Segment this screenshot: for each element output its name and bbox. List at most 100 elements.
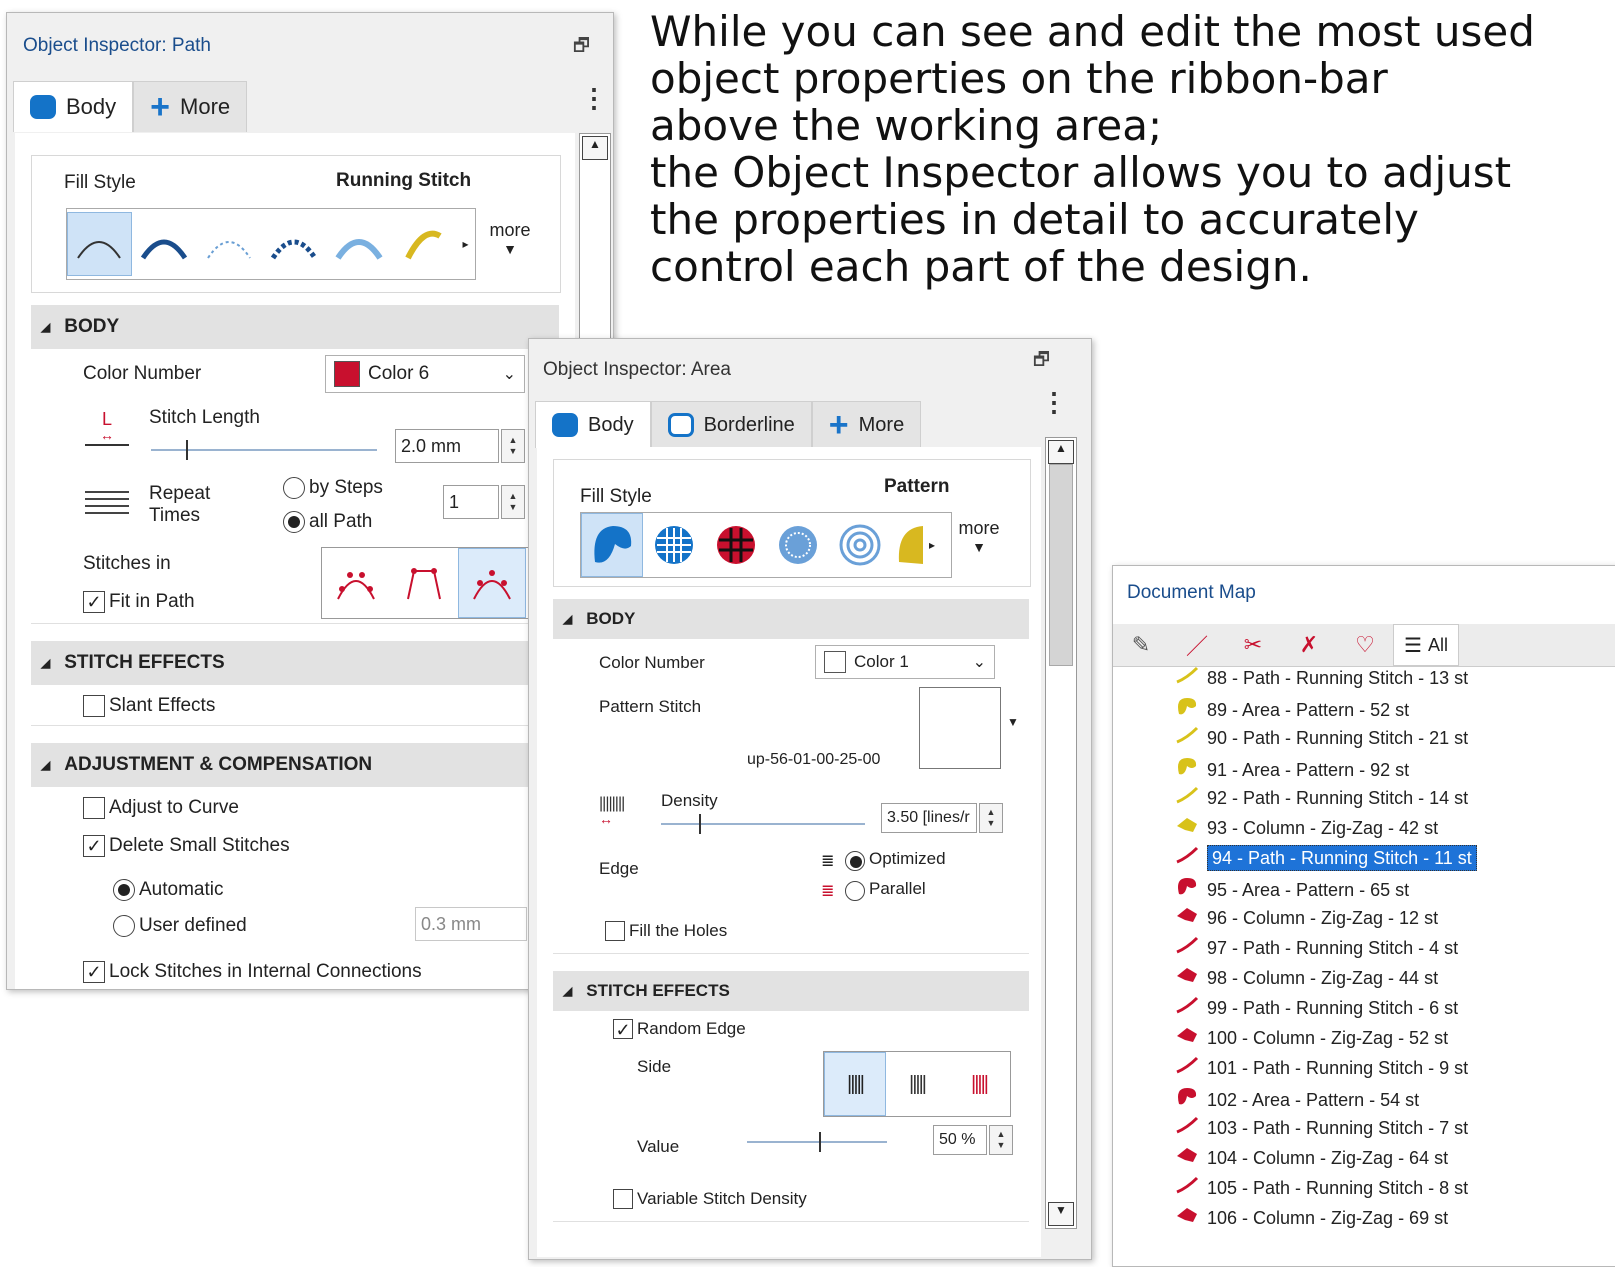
repeat-input[interactable]: 1	[443, 485, 499, 519]
document-map-item[interactable]: 97 - Path - Running Stitch - 4 st	[1175, 936, 1458, 959]
document-map-item[interactable]: 100 - Column - Zig-Zag - 52 st	[1175, 1026, 1448, 1049]
tab-body[interactable]: Body	[535, 401, 651, 448]
lock-stitch-icon[interactable]: ✗	[1281, 632, 1337, 658]
document-map-item[interactable]: 94 - Path - Running Stitch - 11 st	[1175, 845, 1477, 871]
body-section-header[interactable]: ◢ BODY	[31, 305, 559, 349]
kebab-menu-icon[interactable]: ⋮	[1041, 387, 1067, 418]
tab-borderline[interactable]: Borderline	[650, 401, 812, 448]
restore-window-icon[interactable]: 🗗	[1033, 347, 1050, 377]
document-map-item[interactable]: 96 - Column - Zig-Zag - 12 st	[1175, 906, 1438, 929]
scroll-down-button[interactable]: ▼	[1048, 1202, 1074, 1226]
optimized-radio[interactable]	[845, 851, 865, 871]
even-stitch-option-icon[interactable]	[458, 548, 526, 618]
corner-stitch-option-icon[interactable]	[322, 548, 390, 618]
gold-fill-icon[interactable]	[891, 513, 925, 577]
stitch-effects-section-header[interactable]: ◢ STITCH EFFECTS	[31, 641, 559, 685]
document-map-item[interactable]: 89 - Area - Pattern - 52 st	[1175, 696, 1409, 721]
document-map-item[interactable]: 95 - Area - Pattern - 65 st	[1175, 876, 1409, 901]
repeat-spinner[interactable]: ▲ ▼	[501, 485, 525, 519]
heart-outline-icon[interactable]: ♡	[1337, 632, 1393, 658]
vertical-scrollbar[interactable]: ▲ ▼	[1045, 437, 1077, 1229]
density-input[interactable]: 3.50 [lines/r	[881, 803, 977, 833]
mid-stitch-option-icon[interactable]	[390, 548, 458, 618]
user-defined-input[interactable]: 0.3 mm	[415, 907, 527, 941]
description-text: While you can see and edit the most used…	[650, 8, 1535, 290]
slant-effects-checkbox[interactable]	[83, 695, 105, 717]
document-map-item[interactable]: 88 - Path - Running Stitch - 13 st	[1175, 666, 1468, 689]
texture-fill-icon[interactable]	[767, 513, 829, 577]
bean-stitch-icon[interactable]	[262, 212, 327, 276]
pattern-fill-icon[interactable]	[581, 513, 643, 577]
tab-more[interactable]: + More	[133, 81, 248, 132]
all-path-radio[interactable]	[283, 511, 305, 533]
by-steps-radio[interactable]	[283, 477, 305, 499]
pencil-icon[interactable]: ✎	[1113, 632, 1169, 658]
more-styles-button[interactable]: more ▼	[482, 220, 538, 257]
stitch-effects-section-header[interactable]: ◢ STITCH EFFECTS	[553, 971, 1029, 1011]
pattern-preview[interactable]	[919, 687, 1001, 769]
color-number-dropdown[interactable]: Color 1 ⌄	[815, 645, 995, 679]
fit-in-path-checkbox[interactable]: ✓	[83, 591, 105, 613]
document-map-item[interactable]: 105 - Path - Running Stitch - 8 st	[1175, 1176, 1468, 1199]
parallel-radio[interactable]	[845, 881, 865, 901]
density-spinner[interactable]: ▲ ▼	[979, 803, 1003, 833]
stitch-length-slider[interactable]	[151, 449, 377, 451]
scroll-up-button[interactable]: ▲	[582, 136, 608, 160]
document-map-item[interactable]: 90 - Path - Running Stitch - 21 st	[1175, 726, 1468, 749]
running-stitch-icon[interactable]	[67, 212, 132, 276]
satin-stitch-icon[interactable]	[132, 212, 197, 276]
column-stitch-icon[interactable]	[326, 212, 391, 276]
restore-window-icon[interactable]: 🗗	[573, 33, 590, 63]
stitch-length-spinner[interactable]: ▲ ▼	[501, 429, 525, 463]
document-map-item[interactable]: 98 - Column - Zig-Zag - 44 st	[1175, 966, 1438, 989]
variable-density-checkbox[interactable]	[613, 1189, 633, 1209]
user-defined-radio[interactable]	[113, 915, 135, 937]
color-number-dropdown[interactable]: Color 6 ⌄	[325, 355, 525, 393]
density-slider-thumb[interactable]	[699, 814, 701, 834]
stitch-length-slider-thumb[interactable]	[186, 440, 188, 460]
value-input[interactable]: 50 %	[933, 1125, 987, 1155]
document-map-item[interactable]: 106 - Column - Zig-Zag - 69 st	[1175, 1206, 1448, 1229]
gallery-expand-icon[interactable]: ▸	[456, 237, 475, 251]
document-map-item[interactable]: 104 - Column - Zig-Zag - 64 st	[1175, 1146, 1448, 1169]
automatic-radio[interactable]	[113, 879, 135, 901]
adjust-to-curve-checkbox[interactable]	[83, 797, 105, 819]
kebab-menu-icon[interactable]: ⋮	[581, 83, 607, 114]
gallery-expand-icon[interactable]: ▸	[925, 538, 939, 552]
tab-body[interactable]: Body	[13, 81, 134, 132]
document-map-item[interactable]: 103 - Path - Running Stitch - 7 st	[1175, 1116, 1468, 1139]
value-spinner[interactable]: ▲ ▼	[989, 1125, 1013, 1155]
document-map-item[interactable]: 92 - Path - Running Stitch - 14 st	[1175, 786, 1468, 809]
grid-fill-icon[interactable]	[643, 513, 705, 577]
needle-icon[interactable]: ／	[1169, 629, 1225, 661]
list-all-tab[interactable]: ☰ All	[1393, 624, 1459, 666]
value-slider-thumb[interactable]	[819, 1132, 821, 1152]
value-slider[interactable]	[747, 1141, 887, 1143]
tab-more[interactable]: + More	[811, 401, 922, 448]
adjustment-section-header[interactable]: ◢ ADJUSTMENT & COMPENSATION	[31, 743, 559, 787]
scroll-up-button[interactable]: ▲	[1048, 440, 1074, 464]
side-outside-option-icon[interactable]: |||||	[948, 1052, 1010, 1116]
random-edge-checkbox[interactable]: ✓	[613, 1019, 633, 1040]
side-inside-option-icon[interactable]: |||||	[886, 1052, 948, 1116]
more-styles-button[interactable]: more ▼	[952, 518, 1006, 555]
body-section-header[interactable]: ◢ BODY	[553, 599, 1029, 639]
gold-stitch-icon[interactable]	[391, 212, 456, 276]
document-map-item[interactable]: 99 - Path - Running Stitch - 6 st	[1175, 996, 1458, 1019]
contour-fill-icon[interactable]	[829, 513, 891, 577]
document-map-item[interactable]: 101 - Path - Running Stitch - 9 st	[1175, 1056, 1468, 1079]
density-slider[interactable]	[661, 823, 865, 825]
lock-stitches-checkbox[interactable]: ✓	[83, 961, 105, 983]
scroll-thumb[interactable]	[1049, 464, 1073, 666]
scissors-icon[interactable]: ✂	[1225, 632, 1281, 658]
side-both-option-icon[interactable]: |||||	[824, 1052, 886, 1116]
plaid-fill-icon[interactable]	[705, 513, 767, 577]
motif-stitch-icon[interactable]	[197, 212, 262, 276]
pattern-dropdown-icon[interactable]: ▼	[1007, 715, 1019, 729]
document-map-item[interactable]: 102 - Area - Pattern - 54 st	[1175, 1086, 1419, 1111]
document-map-item[interactable]: 91 - Area - Pattern - 92 st	[1175, 756, 1409, 781]
document-map-item[interactable]: 93 - Column - Zig-Zag - 42 st	[1175, 816, 1438, 839]
stitch-length-input[interactable]: 2.0 mm	[395, 429, 499, 463]
fill-holes-checkbox[interactable]	[605, 921, 625, 941]
delete-small-checkbox[interactable]: ✓	[83, 835, 105, 857]
